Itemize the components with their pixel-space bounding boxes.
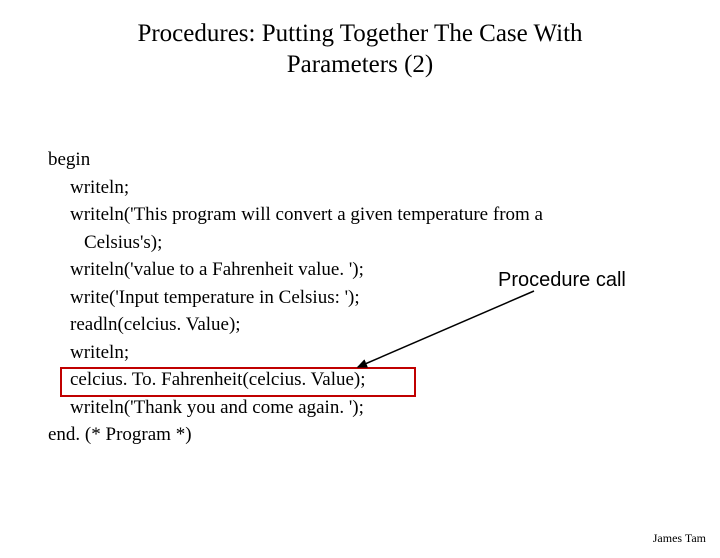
code-line: writeln;: [70, 174, 543, 202]
title-line-1: Procedures: Putting Together The Case Wi…: [0, 18, 720, 49]
code-line: writeln('value to a Fahrenheit value. ')…: [70, 256, 543, 284]
code-line: write('Input temperature in Celsius: ');: [70, 284, 543, 312]
code-line: writeln;: [70, 339, 543, 367]
title-line-2: Parameters (2): [0, 49, 720, 80]
code-line: celcius. To. Fahrenheit(celcius. Value);: [70, 366, 543, 394]
footer-author: James Tam: [653, 531, 706, 546]
code-line: writeln('This program will convert a giv…: [70, 201, 543, 229]
code-line: end. (* Program *): [48, 421, 543, 449]
slide-title: Procedures: Putting Together The Case Wi…: [0, 18, 720, 81]
annotation-label: Procedure call: [498, 269, 626, 292]
code-line: Celsius's);: [84, 229, 543, 257]
code-line: readln(celcius. Value);: [70, 311, 543, 339]
code-block: begin writeln; writeln('This program wil…: [48, 146, 543, 449]
code-line: writeln('Thank you and come again. ');: [70, 394, 543, 422]
code-line: begin: [48, 146, 543, 174]
